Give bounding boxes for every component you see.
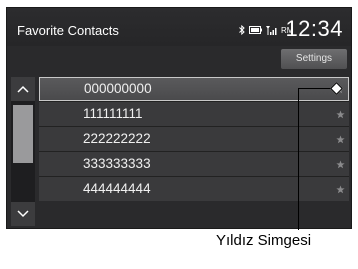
infotainment-screen: Favorite Contacts RM 12:34 Settings 0000… [6, 7, 352, 229]
clock: 12:34 [285, 16, 343, 41]
settings-button[interactable]: Settings [281, 49, 347, 69]
star-icon[interactable] [336, 157, 345, 172]
star-icon[interactable] [336, 132, 345, 147]
star-icon[interactable] [336, 182, 345, 197]
contact-row[interactable]: 444444444 [39, 177, 349, 201]
scrollbar[interactable] [11, 77, 35, 226]
chevron-up-icon [17, 85, 29, 93]
contact-number: 222222222 [83, 131, 151, 146]
annotation-label: Yıldız Simgesi [216, 232, 312, 249]
contact-list: 000000000 111111111 222222222 333333333 … [7, 77, 351, 228]
signal-icon [266, 25, 277, 35]
contact-number: 111111111 [83, 106, 143, 121]
contact-number: 444444444 [83, 181, 151, 196]
chevron-down-icon [17, 210, 29, 218]
star-icon[interactable] [336, 107, 345, 122]
header-bar: Favorite Contacts RM 12:34 [7, 8, 351, 46]
scroll-down-button[interactable] [11, 202, 35, 226]
battery-icon [249, 26, 262, 34]
contact-row[interactable]: 333333333 [39, 152, 349, 176]
contact-row[interactable]: 222222222 [39, 127, 349, 151]
contact-number: 000000000 [84, 81, 152, 96]
contact-row[interactable]: 000000000 [39, 77, 349, 101]
bluetooth-icon [239, 25, 245, 35]
scroll-thumb[interactable] [13, 105, 33, 163]
contact-row[interactable]: 111111111 [39, 102, 349, 126]
contact-number: 333333333 [83, 156, 151, 171]
page-title: Favorite Contacts [17, 23, 119, 38]
callout-line [298, 88, 299, 230]
scroll-up-button[interactable] [11, 77, 35, 101]
